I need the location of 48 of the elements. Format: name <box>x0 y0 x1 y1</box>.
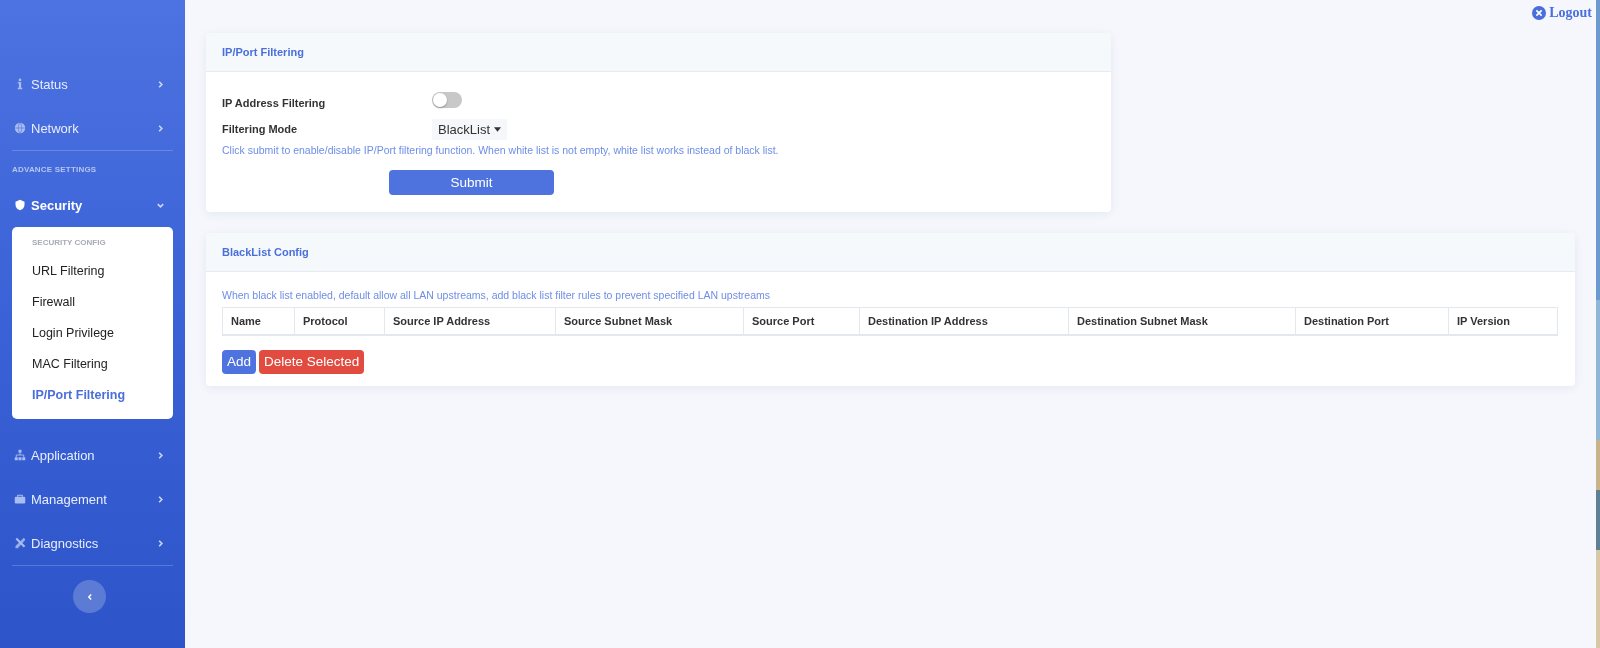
submenu-item[interactable]: Firewall <box>32 287 76 318</box>
chevron-right-icon <box>156 123 165 133</box>
globe-icon <box>14 122 26 134</box>
nav-item[interactable]: Diagnostics <box>12 521 173 565</box>
toggle-switch[interactable] <box>432 92 462 108</box>
close-icon <box>1532 6 1547 20</box>
submenu-heading: SECURITY CONFIG <box>32 238 106 249</box>
submenu-item[interactable]: IP/Port Filtering <box>32 380 126 411</box>
column-header: Protocol <box>294 307 385 335</box>
nav-item[interactable]: Management <box>12 477 173 521</box>
column-header: Source Subnet Mask <box>555 307 744 335</box>
column-header: Destination IP Address <box>859 307 1069 335</box>
chevron-right-icon <box>156 79 165 89</box>
submenu-item[interactable]: URL Filtering <box>32 256 105 287</box>
column-header: Name <box>222 307 295 335</box>
hint-text: Click submit to enable/disable IP/Port filtering function. When white list is not empty, white list works instead of black list. <box>222 144 780 156</box>
nav-item[interactable]: Network <box>12 106 173 150</box>
chevron-right-icon <box>156 538 165 548</box>
column-header: Destination Subnet Mask <box>1068 307 1296 335</box>
toolbox-icon <box>14 493 26 505</box>
collapse-button[interactable] <box>73 580 106 613</box>
nav-item[interactable]: Application <box>12 433 173 477</box>
column-header: Destination Port <box>1295 307 1449 335</box>
mode-dropdown[interactable]: BlackList <box>432 118 508 140</box>
shield-icon <box>14 199 26 211</box>
logout-link[interactable]: Logout <box>1532 0 1592 26</box>
delete-button[interactable]: Delete Selected <box>259 349 365 374</box>
column-header: Source IP Address <box>384 307 556 335</box>
column-header: Source Port <box>743 307 860 335</box>
submenu-item[interactable]: Login Privilege <box>32 318 114 349</box>
card-title: IP/Port Filtering <box>222 46 304 58</box>
card-title: BlackList Config <box>222 246 309 258</box>
nav-item[interactable]: Status <box>12 62 173 106</box>
submit-button[interactable]: Submit <box>389 170 554 195</box>
add-button[interactable]: Add <box>222 349 257 374</box>
caret-icon <box>494 126 502 132</box>
chevron-right-icon <box>156 450 165 460</box>
chevron-left-icon <box>85 592 94 601</box>
hint-text: When black list enabled, default allow all LAN upstreams, add black list filter rules to prevent specified LAN upstreams <box>222 289 771 301</box>
sitemap-icon <box>14 449 26 461</box>
chevron-right-icon <box>156 494 165 504</box>
submenu-item[interactable]: MAC Filtering <box>32 349 108 380</box>
nav-item[interactable]: Security <box>12 183 173 227</box>
tools-icon <box>14 537 26 549</box>
field-label: IP Address Filtering <box>222 97 327 109</box>
field-label: Filtering Mode <box>222 123 299 135</box>
section-heading: ADVANCE SETTINGS <box>12 164 97 176</box>
column-header: IP Version <box>1448 307 1558 335</box>
